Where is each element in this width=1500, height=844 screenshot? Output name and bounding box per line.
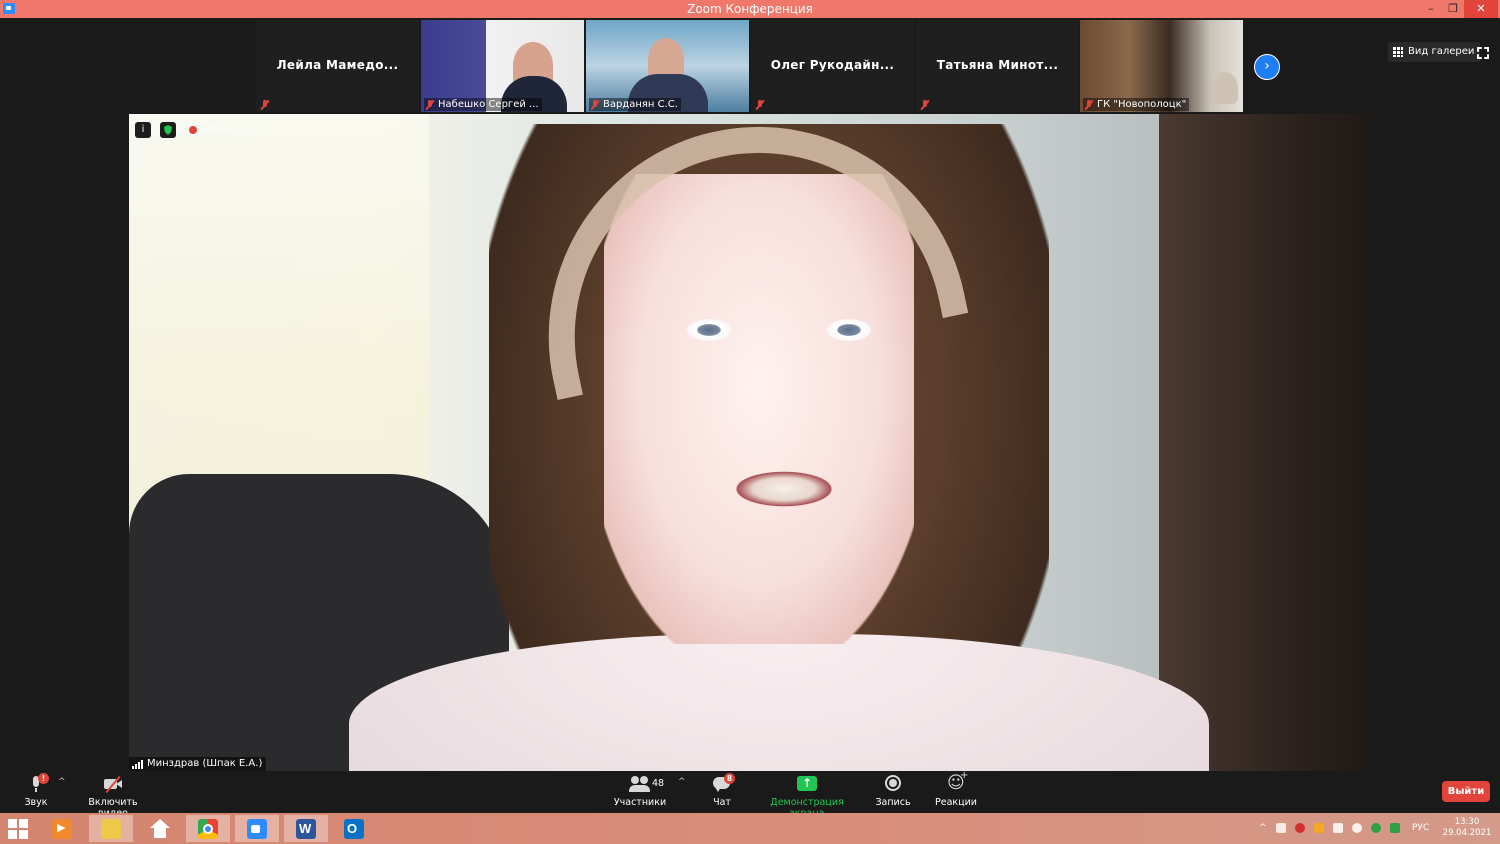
- gallery-view-label: Вид галереи: [1408, 46, 1475, 57]
- chrome-icon: [198, 819, 218, 839]
- next-page-button[interactable]: ›: [1254, 54, 1280, 80]
- audio-button[interactable]: ! Звук: [20, 773, 52, 808]
- clock-time: 13:30: [1454, 817, 1480, 827]
- record-icon: [882, 775, 904, 793]
- chat-button[interactable]: 8 Чат: [708, 773, 736, 808]
- participants-options-caret[interactable]: ^: [678, 777, 686, 787]
- taskbar-file-explorer[interactable]: [89, 815, 133, 842]
- folder-icon: [101, 819, 121, 839]
- participant-tile[interactable]: ГК "Новополоцк": [1080, 20, 1243, 112]
- participant-name: Татьяна Минот...: [936, 58, 1059, 72]
- record-button[interactable]: Запись: [874, 775, 912, 808]
- active-speaker-name: Минздрав (Шпак Е.А.): [147, 758, 263, 769]
- participant-tile[interactable]: Набешко Сергей ...: [421, 20, 584, 112]
- app-tray-icon[interactable]: [1314, 823, 1324, 833]
- clock-date: 29.04.2021: [1442, 828, 1492, 838]
- network-icon[interactable]: [1333, 823, 1343, 833]
- word-icon: [296, 819, 316, 839]
- mic-muted-icon: [590, 100, 600, 110]
- taskbar-word[interactable]: [284, 815, 328, 842]
- grid-icon: [1393, 47, 1403, 57]
- reactions-button[interactable]: Реакции: [934, 770, 978, 808]
- mic-muted-icon: [260, 100, 270, 110]
- outlook-icon: [344, 819, 364, 839]
- encryption-shield-icon[interactable]: [160, 122, 176, 138]
- mic-muted-icon: [920, 100, 930, 110]
- signal-strength-icon: [132, 760, 143, 769]
- input-language[interactable]: РУС: [1412, 813, 1429, 844]
- title-bar: Zoom Конференция – ❐ ✕: [0, 0, 1500, 18]
- mic-muted-icon: [1084, 100, 1094, 110]
- video-person-eye: [687, 319, 731, 341]
- active-speaker-video: i Запись: [129, 114, 1370, 771]
- video-person-eye: [827, 319, 871, 341]
- taskbar-zoom[interactable]: [235, 815, 279, 842]
- meeting-toolbar: ! Звук ^ Включить видео 48 Участники ^ 8…: [0, 770, 1500, 819]
- share-screen-icon: [796, 775, 818, 793]
- participant-video-person: [1212, 72, 1238, 104]
- maximize-button[interactable]: ❐: [1440, 0, 1466, 18]
- audio-label: Звук: [24, 797, 48, 808]
- volume-icon[interactable]: [1352, 823, 1362, 833]
- update-icon[interactable]: [1390, 823, 1400, 833]
- flag-icon[interactable]: [1276, 823, 1286, 833]
- mic-muted-icon: [425, 100, 435, 110]
- taskbar-home[interactable]: [138, 815, 182, 842]
- participant-strip: Лейла Мамедо... Набешко Сергей ... Варда…: [0, 18, 1500, 113]
- video-background-door: [1159, 114, 1370, 771]
- system-clock[interactable]: 13:30 29.04.2021: [1438, 817, 1496, 839]
- participant-tile[interactable]: Лейла Мамедо...: [256, 20, 419, 112]
- tray-overflow-caret[interactable]: ^: [1259, 813, 1267, 844]
- mic-muted-icon: [755, 100, 765, 110]
- participants-button[interactable]: 48 Участники: [612, 775, 668, 808]
- antivirus-icon[interactable]: [1295, 823, 1305, 833]
- participant-name: Набешко Сергей ...: [424, 98, 542, 111]
- taskbar-outlook[interactable]: [332, 815, 376, 842]
- security-icon[interactable]: [1371, 823, 1381, 833]
- chat-label: Чат: [713, 797, 731, 808]
- taskbar-media-player[interactable]: [40, 815, 84, 842]
- reactions-label: Реакции: [935, 797, 977, 808]
- microphone-icon: !: [25, 773, 49, 793]
- recording-indicator[interactable]: Запись: [187, 122, 234, 138]
- participant-tile[interactable]: Олег Рукодайн...: [751, 20, 914, 112]
- chat-unread-badge: 8: [724, 773, 735, 784]
- meeting-info-icon[interactable]: i: [135, 122, 151, 138]
- participants-count: 48: [652, 778, 665, 789]
- video-person-mouth: [729, 469, 839, 509]
- camera-off-icon: [102, 775, 124, 794]
- home-icon: [150, 819, 170, 839]
- windows-taskbar: ^ РУС 13:30 29.04.2021: [0, 813, 1500, 844]
- participant-name: Олег Рукодайн...: [770, 58, 895, 72]
- participant-tile[interactable]: Татьяна Минот...: [916, 20, 1079, 112]
- participant-name: ГК "Новополоцк": [1083, 98, 1190, 111]
- participant-name: Лейла Мамедо...: [276, 58, 399, 72]
- taskbar-chrome[interactable]: [186, 815, 230, 842]
- participant-tile[interactable]: Варданян С.С.: [586, 20, 749, 112]
- audio-options-caret[interactable]: ^: [58, 777, 66, 787]
- participants-label: Участники: [613, 797, 667, 808]
- gallery-view-button[interactable]: Вид галереи: [1388, 42, 1481, 62]
- record-label: Запись: [875, 797, 911, 808]
- close-button[interactable]: ✕: [1464, 0, 1498, 18]
- windows-start-icon[interactable]: [8, 819, 28, 839]
- window-title: Zoom Конференция: [687, 2, 813, 16]
- audio-warning-badge: !: [38, 773, 49, 784]
- reactions-icon: [945, 770, 968, 793]
- participant-name: Варданян С.С.: [589, 98, 681, 111]
- chat-icon: 8: [711, 773, 735, 793]
- zoom-icon: [247, 819, 267, 839]
- media-player-icon: [52, 819, 72, 839]
- active-speaker-label: Минздрав (Шпак Е.А.): [129, 757, 267, 771]
- leave-meeting-button[interactable]: Выйти: [1442, 781, 1490, 802]
- participants-icon: [629, 775, 651, 793]
